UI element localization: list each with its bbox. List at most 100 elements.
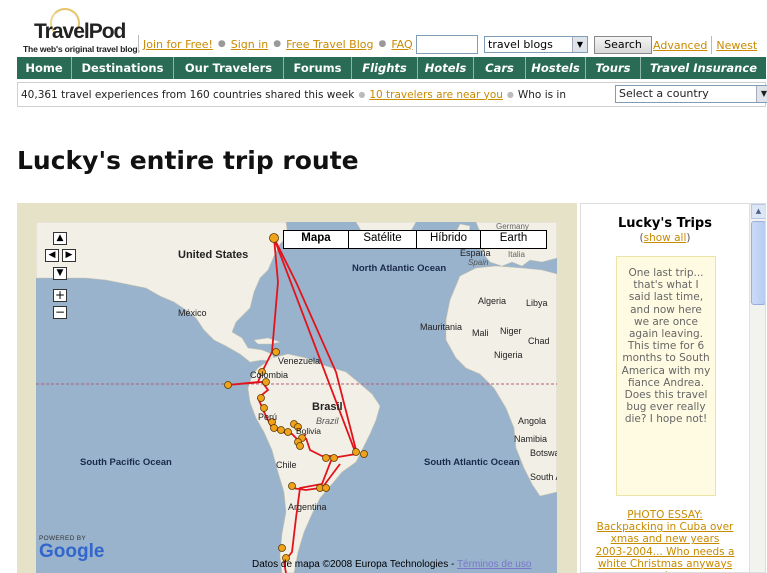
newest-link[interactable]: Newest — [716, 39, 757, 52]
map-label-north-atlantic: North Atlantic Ocean — [352, 263, 447, 274]
map-label-peru: Perú — [258, 412, 278, 422]
route-stop — [260, 404, 268, 412]
map-type-switcher: Mapa Satélite Híbrido Earth — [283, 230, 547, 249]
pan-down-icon[interactable]: ▼ — [53, 267, 67, 280]
map-label-mali: Mali — [472, 328, 489, 338]
blog-type-value: travel blogs — [488, 38, 553, 51]
separator-dot: ● — [358, 90, 366, 99]
search-input[interactable] — [416, 35, 478, 54]
logo-tagline: The web's original travel blog. — [23, 44, 140, 54]
logo-name: TravelPod — [34, 20, 126, 43]
map-canvas — [36, 222, 557, 573]
nav-travel-insurance[interactable]: Travel Insurance — [641, 57, 766, 79]
map-label-namibia: Namibia — [514, 434, 548, 444]
terms-link[interactable]: Términos de uso — [457, 559, 531, 570]
nav-home[interactable]: Home — [17, 57, 72, 79]
travelers-near-link[interactable]: 10 travelers are near you — [369, 89, 503, 101]
map-label-mauritania: Mauritania — [420, 322, 463, 332]
route-stop — [330, 454, 338, 462]
page-title: Lucky's entire trip route — [17, 146, 359, 175]
route-stop — [270, 424, 278, 432]
route-stop — [352, 448, 360, 456]
route-stop — [296, 442, 304, 450]
separator-dot: ● — [506, 90, 514, 99]
map-type-earth[interactable]: Earth — [480, 231, 546, 248]
info-bar: 40,361 travel experiences from 160 count… — [17, 82, 767, 107]
join-link[interactable]: Join for Free! — [143, 38, 213, 51]
pan-left-icon[interactable]: ◀ — [45, 249, 59, 262]
pan-right-icon[interactable]: ▶ — [62, 249, 76, 262]
nav-hostels[interactable]: Hostels — [526, 57, 586, 79]
photo-essay-link[interactable]: PHOTO ESSAY: Backpacking in Cuba over xm… — [596, 509, 735, 572]
trip-route-map[interactable]: Germany United States España Spain Itali… — [36, 222, 557, 573]
nav-forums[interactable]: Forums — [284, 57, 352, 79]
map-panel: Germany United States España Spain Itali… — [17, 203, 577, 573]
north-america-landmass — [36, 222, 289, 363]
map-label-brazil: Brazil — [316, 416, 339, 426]
map-label-chad: Chad — [528, 336, 550, 346]
copyright-text: Datos de mapa ©2008 Europa Technologies … — [252, 559, 455, 570]
map-label-angola: Angola — [518, 416, 547, 426]
trip-description: One last trip... that's what I said last… — [621, 267, 711, 426]
free-blog-link[interactable]: Free Travel Blog — [286, 38, 373, 51]
search-button[interactable]: Search — [594, 36, 652, 54]
show-all-link[interactable]: show all — [644, 232, 687, 244]
route-stop — [360, 450, 368, 458]
chevron-down-icon[interactable]: ▼ — [756, 86, 767, 102]
nav-flights[interactable]: Flights — [352, 57, 418, 79]
route-stop — [277, 426, 285, 434]
trips-scrollbar[interactable]: ▲ — [749, 204, 765, 572]
main-nav: Home Destinations Our Travelers Forums F… — [17, 57, 766, 79]
divider — [711, 36, 713, 54]
google-logo[interactable]: POWERED BY Google — [39, 535, 104, 561]
pan-up-icon[interactable]: ▲ — [53, 232, 67, 245]
nav-our-travelers[interactable]: Our Travelers — [174, 57, 284, 79]
scroll-thumb[interactable] — [751, 221, 765, 305]
map-type-hibrido[interactable]: Híbrido — [416, 231, 480, 248]
nav-hotels[interactable]: Hotels — [418, 57, 474, 79]
trip-card[interactable]: One last trip... that's what I said last… — [616, 256, 716, 496]
top-links: Join for Free! ● Sign in ● Free Travel B… — [138, 34, 413, 54]
chevron-down-icon[interactable]: ▼ — [572, 37, 587, 52]
map-label-united-states: United States — [178, 249, 249, 261]
travelpod-logo[interactable]: TravelPod The web's original travel blog… — [20, 6, 140, 56]
map-type-satelite[interactable]: Satélite — [348, 231, 416, 248]
map-label-brasil: Brasil — [312, 401, 343, 413]
nav-tours[interactable]: Tours — [586, 57, 641, 79]
separator-dot: ● — [217, 39, 226, 49]
divider — [138, 35, 139, 53]
google-wordmark: Google — [39, 541, 105, 562]
zoom-in-icon[interactable]: + — [53, 289, 67, 302]
show-all-wrapper: (show all) — [639, 232, 691, 244]
map-copyright: Datos de mapa ©2008 Europa Technologies … — [252, 559, 531, 570]
stats-text: 40,361 travel experiences from 160 count… — [21, 88, 355, 101]
map-label-botswana: Botswana — [530, 448, 557, 458]
separator-dot: ● — [273, 39, 282, 49]
trips-panel: Lucky's Trips (show all) One last trip..… — [580, 203, 766, 573]
map-label-colombia: Colombia — [250, 370, 289, 380]
nav-cars[interactable]: Cars — [474, 57, 526, 79]
route-stop — [322, 484, 330, 492]
blog-type-select[interactable]: travel blogs ▼ — [484, 36, 588, 53]
map-label-argentina: Argentina — [288, 502, 327, 512]
nav-destinations[interactable]: Destinations — [72, 57, 174, 79]
route-stop — [257, 394, 265, 402]
map-label-niger: Niger — [500, 326, 522, 336]
faq-link[interactable]: FAQ — [391, 38, 412, 51]
map-label-libya: Libya — [526, 298, 548, 308]
map-label-italia: Italia — [508, 250, 525, 259]
map-label-nigeria: Nigeria — [494, 350, 523, 360]
sign-in-link[interactable]: Sign in — [231, 38, 269, 51]
route-stop — [224, 381, 232, 389]
who-is-in-label: Who is in — [517, 88, 566, 101]
scroll-up-icon[interactable]: ▲ — [751, 204, 765, 219]
map-label-south-africa: South Africa — [530, 472, 557, 482]
zoom-out-icon[interactable]: − — [53, 306, 67, 319]
map-type-mapa[interactable]: Mapa — [284, 231, 348, 248]
country-select[interactable]: Select a country ▼ — [615, 85, 767, 103]
map-label-spain: Spain — [468, 258, 489, 267]
advanced-link[interactable]: Advanced — [653, 39, 707, 52]
separator-dot: ● — [378, 39, 387, 49]
route-stop — [322, 454, 330, 462]
map-label-chile: Chile — [276, 460, 297, 470]
